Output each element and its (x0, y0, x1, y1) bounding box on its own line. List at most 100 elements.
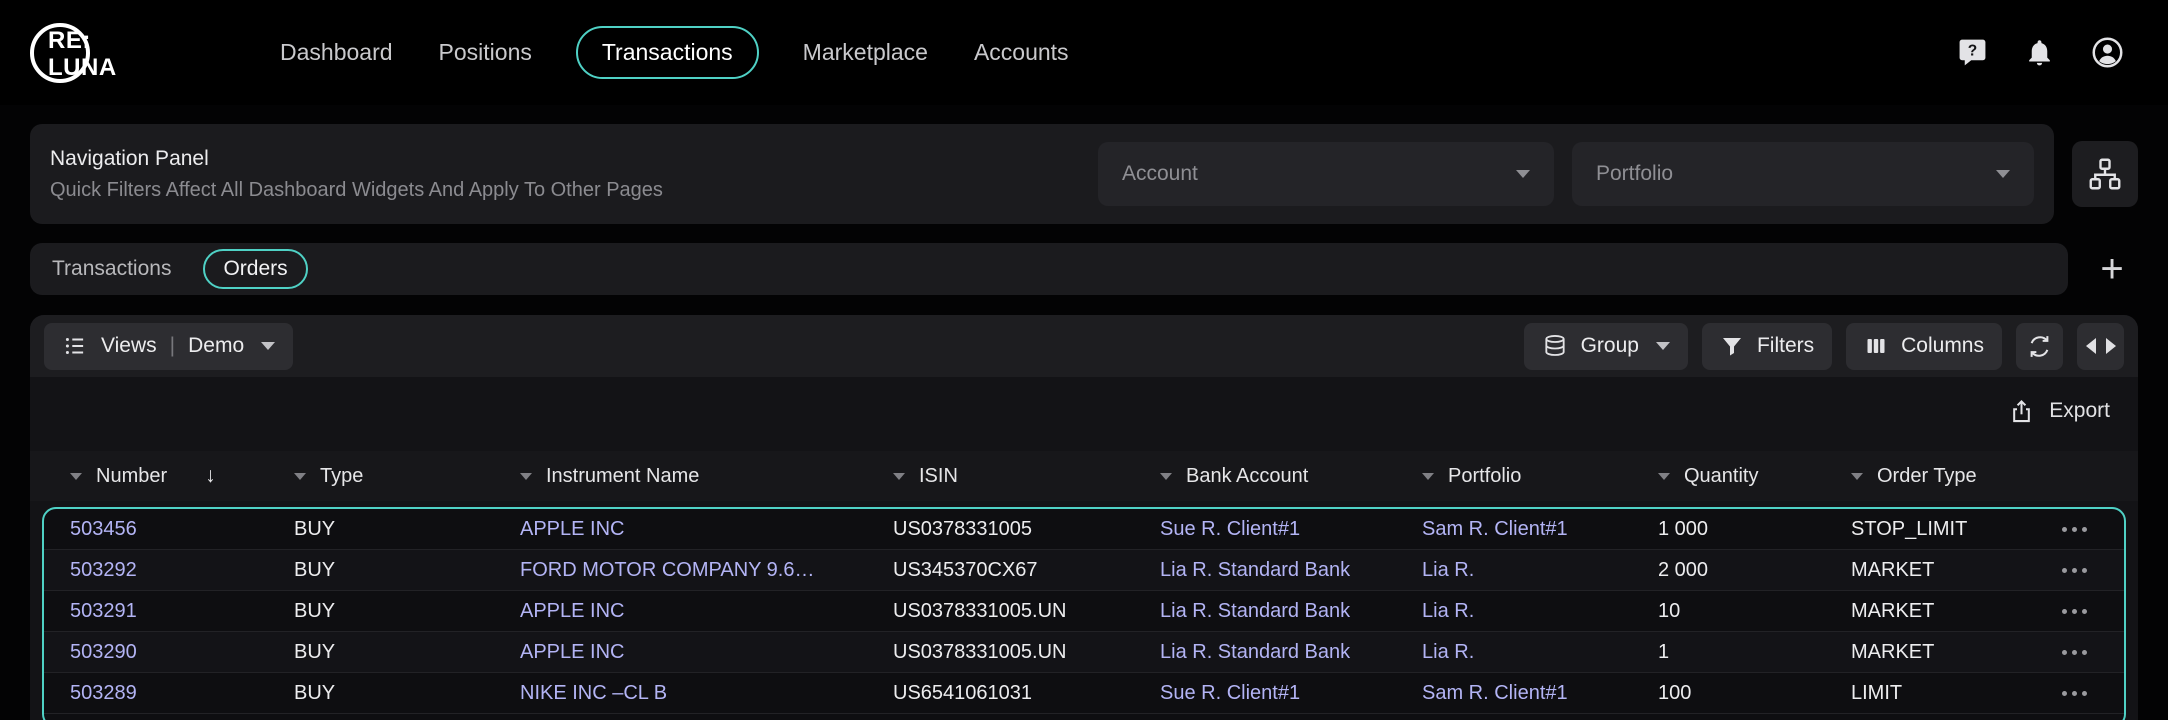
column-menu-icon[interactable] (1658, 473, 1670, 480)
pager-buttons[interactable] (2077, 323, 2124, 370)
cell-isin: US0378331005 (893, 518, 1160, 541)
cell-number[interactable]: 503290 (70, 641, 294, 664)
quick-filters-row: Navigation Panel Quick Filters Affect Al… (30, 124, 2138, 224)
ellipsis-icon (2082, 650, 2087, 655)
cell-order-type: MARKET (1851, 559, 2041, 582)
nav-item-dashboard[interactable]: Dashboard (278, 25, 395, 80)
group-button[interactable]: Group (1524, 323, 1688, 370)
cell-portfolio[interactable]: Sam R. Client#1 (1422, 518, 1658, 541)
cell-number[interactable]: 503291 (70, 600, 294, 623)
cell-bank-account[interactable]: Lia R. Standard Bank (1160, 600, 1422, 623)
column-header-number[interactable]: Number ↓ (70, 464, 294, 488)
logo-line2: LUNA (48, 54, 117, 81)
cell-quantity: 1 000 (1658, 518, 1851, 541)
cell-portfolio[interactable]: Lia R. (1422, 600, 1658, 623)
row-actions-button[interactable] (2041, 673, 2108, 713)
cell-number[interactable]: 503456 (70, 518, 294, 541)
column-header-bank-account[interactable]: Bank Account (1160, 465, 1422, 488)
cell-bank-account[interactable]: Lia R. Standard Bank (1160, 641, 1422, 664)
table-header-row: Number ↓ Type Instrument Name ISIN Bank … (30, 451, 2138, 501)
row-actions-button[interactable] (2041, 591, 2108, 631)
tab-orders[interactable]: Orders (203, 249, 307, 289)
cell-isin: US0378331005.UN (893, 641, 1160, 664)
row-actions-button[interactable] (2041, 550, 2108, 590)
column-header-order-type[interactable]: Order Type (1851, 465, 2041, 488)
chevron-down-icon (1996, 170, 2010, 178)
table-row[interactable]: 503289 BUY NIKE INC –CL B US6541061031 S… (44, 673, 2124, 714)
notifications-button[interactable] (2024, 37, 2055, 68)
ellipsis-icon (2062, 568, 2067, 573)
views-button[interactable]: Views | Demo (44, 323, 293, 370)
table-toolbar: Views | Demo Group (30, 315, 2138, 377)
views-list-icon (62, 333, 88, 359)
group-layers-icon (1542, 333, 1568, 359)
cell-order-type: STOP_LIMIT (1851, 518, 2041, 541)
portfolio-dropdown[interactable]: Portfolio (1572, 142, 2034, 206)
top-icons: ? (1957, 36, 2124, 69)
page-prev-icon[interactable] (2086, 338, 2096, 354)
nav-item-marketplace[interactable]: Marketplace (801, 25, 930, 80)
column-header-quantity[interactable]: Quantity (1658, 465, 1851, 488)
column-menu-icon[interactable] (294, 473, 306, 480)
ellipsis-icon (2062, 691, 2067, 696)
column-header-isin[interactable]: ISIN (893, 465, 1160, 488)
profile-button[interactable] (2091, 36, 2124, 69)
sort-descending-icon[interactable]: ↓ (205, 464, 216, 488)
column-menu-icon[interactable] (1851, 473, 1863, 480)
ellipsis-icon (2072, 609, 2077, 614)
ellipsis-icon (2062, 609, 2067, 614)
column-menu-icon[interactable] (70, 473, 82, 480)
export-row: Export (30, 387, 2138, 435)
tab-transactions[interactable]: Transactions (50, 255, 173, 283)
cell-instrument-name[interactable]: NIKE INC –CL B (520, 682, 893, 705)
row-actions-button[interactable] (2041, 632, 2108, 672)
refresh-icon (2026, 333, 2053, 360)
account-dropdown[interactable]: Account (1098, 142, 1554, 206)
refresh-button[interactable] (2016, 323, 2063, 370)
column-header-portfolio[interactable]: Portfolio (1422, 465, 1658, 488)
cell-bank-account[interactable]: Sue R. Client#1 (1160, 518, 1422, 541)
row-actions-button[interactable] (2041, 509, 2108, 549)
cell-portfolio[interactable]: Sam R. Client#1 (1422, 682, 1658, 705)
cell-portfolio[interactable]: Lia R. (1422, 641, 1658, 664)
nav-item-transactions[interactable]: Transactions (576, 26, 759, 79)
tabs-row: Transactions Orders + (30, 243, 2138, 295)
ellipsis-icon (2072, 691, 2077, 696)
cell-instrument-name[interactable]: APPLE INC (520, 518, 893, 541)
cell-instrument-name[interactable]: APPLE INC (520, 641, 893, 664)
cell-bank-account[interactable]: Sue R. Client#1 (1160, 682, 1422, 705)
table-row[interactable]: 503291 BUY APPLE INC US0378331005.UN Lia… (44, 591, 2124, 632)
tabs-panel: Transactions Orders (30, 243, 2068, 295)
cell-bank-account[interactable]: Lia R. Standard Bank (1160, 559, 1422, 582)
cell-instrument-name[interactable]: FORD MOTOR COMPANY 9.6… (520, 559, 893, 582)
export-button[interactable]: Export (2008, 398, 2110, 425)
cell-portfolio[interactable]: Lia R. (1422, 559, 1658, 582)
app-root: RE: LUNA Dashboard Positions Transaction… (0, 0, 2168, 720)
columns-button[interactable]: Columns (1846, 323, 2002, 370)
hierarchy-icon (2087, 156, 2123, 192)
filters-button[interactable]: Filters (1702, 323, 1832, 370)
logo[interactable]: RE: LUNA (30, 15, 160, 91)
cell-instrument-name[interactable]: APPLE INC (520, 600, 893, 623)
nav-item-positions[interactable]: Positions (437, 25, 534, 80)
column-header-type[interactable]: Type (294, 465, 520, 488)
help-chat-button[interactable]: ? (1957, 37, 1988, 68)
table-row[interactable]: 503290 BUY APPLE INC US0378331005.UN Lia… (44, 632, 2124, 673)
table-row[interactable]: 503292 BUY FORD MOTOR COMPANY 9.6… US345… (44, 550, 2124, 591)
cell-number[interactable]: 503289 (70, 682, 294, 705)
column-header-instrument-name[interactable]: Instrument Name (520, 465, 893, 488)
nav-item-accounts[interactable]: Accounts (972, 25, 1071, 80)
add-tab-button[interactable]: + (2086, 243, 2138, 295)
columns-label: Columns (1901, 334, 1984, 358)
chevron-down-icon (261, 342, 275, 350)
ellipsis-icon (2082, 527, 2087, 532)
column-menu-icon[interactable] (1160, 473, 1172, 480)
column-menu-icon[interactable] (520, 473, 532, 480)
export-label: Export (2049, 399, 2110, 423)
hierarchy-view-button[interactable] (2072, 141, 2138, 207)
column-menu-icon[interactable] (1422, 473, 1434, 480)
cell-number[interactable]: 503292 (70, 559, 294, 582)
table-row[interactable]: 503456 BUY APPLE INC US0378331005 Sue R.… (44, 509, 2124, 550)
page-next-icon[interactable] (2106, 338, 2116, 354)
column-menu-icon[interactable] (893, 473, 905, 480)
